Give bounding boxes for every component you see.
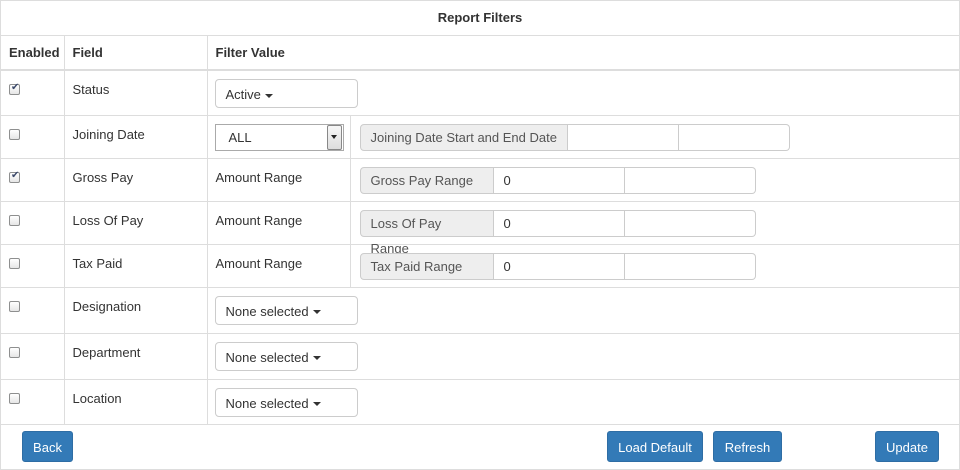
- caret-down-icon: [264, 93, 273, 98]
- report-filters-panel: Report Filters Enabled Field Filter Valu…: [0, 0, 960, 470]
- department-checkbox[interactable]: [9, 346, 20, 358]
- joining-date-range-group: Joining Date Start and End Date: [359, 123, 960, 151]
- dropdown-label: Active: [225, 87, 261, 102]
- field-label: Designation: [63, 287, 207, 334]
- tax-paid-max-input[interactable]: [624, 252, 756, 280]
- table-row: Gross Pay Amount Range Gross Pay Range 0: [1, 158, 960, 202]
- loss-of-pay-checkbox[interactable]: [9, 214, 20, 226]
- field-header: Field: [63, 36, 207, 71]
- load-default-button[interactable]: Load Default: [607, 431, 703, 462]
- location-dropdown[interactable]: None selected: [214, 387, 358, 417]
- field-label: Status: [63, 70, 207, 116]
- table-row: Joining Date ALL Joining Date Start and …: [1, 115, 960, 159]
- select-value: ALL: [228, 129, 252, 145]
- filters-table: Enabled Field Filter Value Status Active…: [1, 36, 959, 425]
- panel-title: Report Filters: [1, 1, 959, 36]
- loss-of-pay-range-group: Loss Of Pay Range 0: [359, 209, 960, 256]
- tax-paid-checkbox[interactable]: [9, 257, 20, 269]
- dropdown-label: None selected: [225, 349, 309, 365]
- loss-of-pay-max-input[interactable]: [624, 209, 756, 237]
- joining-date-checkbox[interactable]: [9, 128, 20, 140]
- filter-value-header: Filter Value: [206, 36, 959, 71]
- range-addon: Joining Date Start and End Date: [359, 123, 568, 151]
- table-row: Status Active: [1, 70, 959, 116]
- amount-range-label: Amount Range: [206, 158, 350, 202]
- joining-end-date-input[interactable]: [678, 123, 790, 151]
- gross-pay-range-group: Gross Pay Range 0: [359, 166, 960, 194]
- department-dropdown[interactable]: None selected: [214, 341, 358, 371]
- field-label: Department: [63, 333, 207, 380]
- range-addon: Loss Of Pay Range: [359, 209, 494, 256]
- status-checkbox[interactable]: [9, 82, 20, 95]
- caret-down-icon: [312, 356, 321, 361]
- designation-dropdown[interactable]: None selected: [214, 295, 358, 325]
- status-dropdown[interactable]: Active: [214, 79, 358, 108]
- dropdown-label: None selected: [225, 395, 309, 411]
- gross-pay-checkbox[interactable]: [9, 170, 20, 183]
- table-header: Enabled Field Filter Value: [1, 36, 959, 71]
- enabled-header: Enabled: [1, 36, 64, 71]
- table-row: Location None selected: [1, 379, 959, 425]
- select-arrow-icon: [326, 124, 342, 150]
- table-row: Department None selected: [1, 333, 959, 380]
- designation-checkbox[interactable]: [9, 300, 20, 312]
- update-button[interactable]: Update: [875, 431, 939, 462]
- field-label: Loss Of Pay: [63, 201, 207, 245]
- back-button[interactable]: Back: [22, 431, 73, 462]
- gross-pay-min-input[interactable]: 0: [493, 166, 625, 194]
- caret-down-icon: [312, 310, 321, 315]
- tax-paid-min-input[interactable]: 0: [493, 252, 625, 280]
- field-label: Gross Pay: [63, 158, 207, 202]
- loss-of-pay-min-input[interactable]: 0: [493, 209, 625, 237]
- dropdown-label: None selected: [225, 303, 309, 319]
- range-addon: Tax Paid Range: [359, 252, 494, 280]
- table-row: Tax Paid Amount Range Tax Paid Range 0: [1, 244, 960, 288]
- joining-date-select[interactable]: ALL: [214, 123, 344, 151]
- field-label: Joining Date: [63, 115, 207, 159]
- joining-start-date-input[interactable]: [567, 123, 679, 151]
- refresh-button[interactable]: Refresh: [713, 431, 782, 462]
- caret-down-icon: [312, 402, 321, 407]
- amount-range-label: Amount Range: [206, 201, 350, 245]
- field-label: Tax Paid: [63, 244, 207, 288]
- table-row: Loss Of Pay Amount Range Loss Of Pay Ran…: [1, 201, 960, 256]
- range-addon: Gross Pay Range: [359, 166, 494, 194]
- location-checkbox[interactable]: [9, 392, 20, 404]
- amount-range-label: Amount Range: [206, 244, 350, 288]
- table-row: Designation None selected: [1, 287, 959, 334]
- field-label: Location: [63, 379, 207, 425]
- tax-paid-range-group: Tax Paid Range 0: [359, 252, 960, 280]
- gross-pay-max-input[interactable]: [624, 166, 756, 194]
